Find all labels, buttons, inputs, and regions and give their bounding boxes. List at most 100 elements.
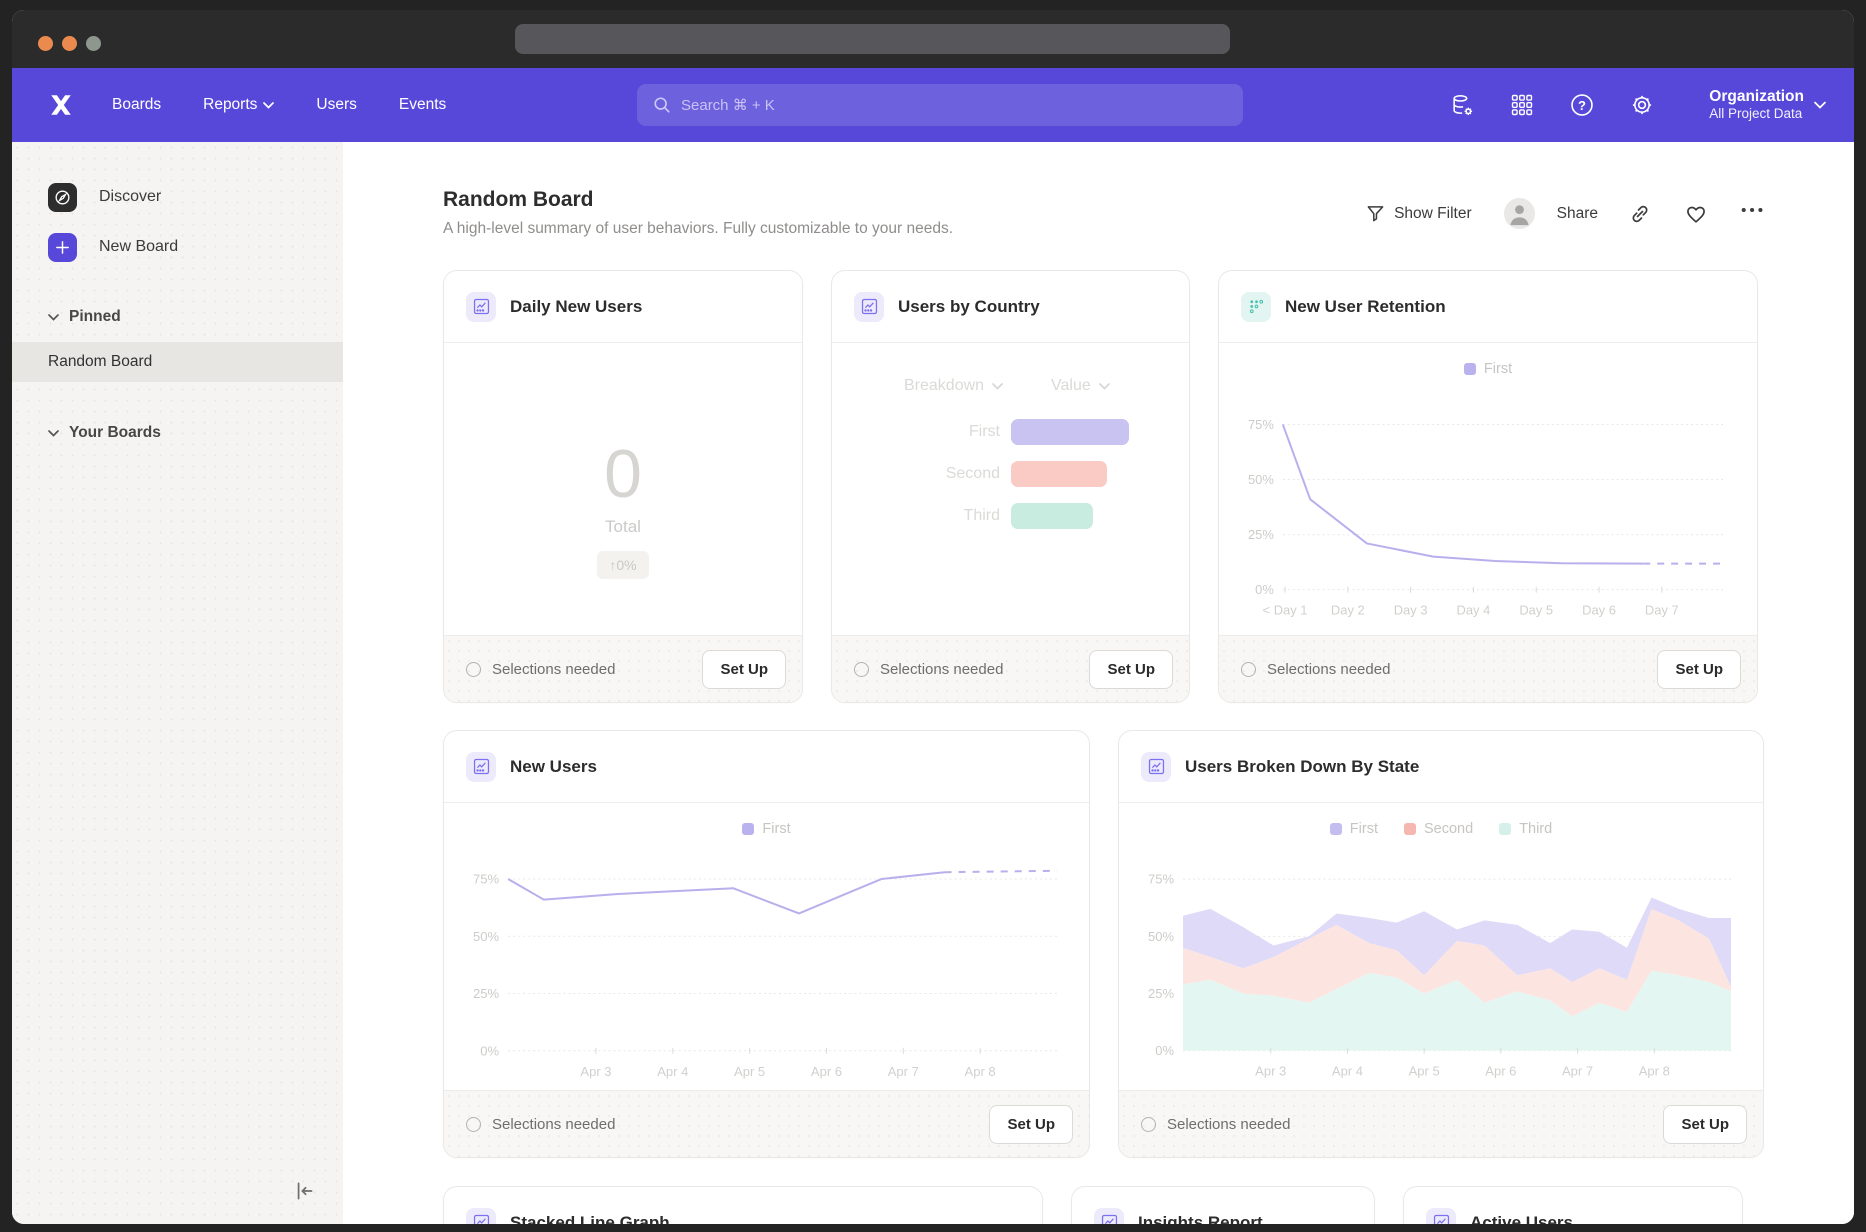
cards-row-1: Daily New Users 0 Total ↑0% Selections n… [443,270,1764,703]
breakdown-bar [1011,503,1093,529]
copy-link-icon[interactable] [1628,202,1652,226]
breakdown-label: First [832,423,1000,441]
chart-legend: First [462,821,1071,837]
settings-gear-icon[interactable] [1629,92,1655,118]
favorite-heart-icon[interactable] [1684,202,1708,226]
svg-text:0%: 0% [1255,582,1274,597]
set-up-button[interactable]: Set Up [702,650,786,689]
nav-item-events[interactable]: Events [399,96,446,114]
sidebar-item-random-board[interactable]: Random Board [12,342,343,382]
line-chart-icon [854,292,884,322]
chevron-down-icon [1099,383,1110,390]
cards-row-3: Stacked Line Graph Insights Report [443,1186,1764,1224]
apps-grid-icon[interactable] [1509,92,1535,118]
sidebar-section-your-boards[interactable]: Your Boards [12,424,343,442]
legend-item: Third [1499,821,1552,837]
legend-swatch [1330,823,1342,835]
line-chart-icon [1426,1208,1456,1225]
breakdown-rows: FirstSecondThird [832,419,1189,529]
window-titlebar [12,10,1854,68]
card-users-by-country: Users by Country Breakdown [831,270,1190,703]
svg-text:Apr 8: Apr 8 [965,1064,996,1079]
set-up-button[interactable]: Set Up [1663,1105,1747,1144]
state-stacked-chart: FirstSecondThird 75%50%25%0%Apr 3Apr 4Ap… [1119,803,1763,1090]
breakdown-label: Third [832,507,1000,525]
card-footer: Selections needed Set Up [1119,1090,1763,1157]
card-footer: Selections needed Set Up [444,1090,1089,1157]
search-input[interactable]: Search ⌘ + K [637,84,1243,126]
card-body: First 75%50%25%0%< Day 1Day 2Day 3Day 4D… [1219,343,1757,635]
stacked-area-chart: 75%50%25%0%Apr 3Apr 4Apr 5Apr 6Apr 7Apr … [1137,841,1745,1090]
sidebar-item-new-board[interactable]: New Board [12,232,343,262]
breakdown-columns: Breakdown Value [832,377,1189,395]
card-header: Active Users [1404,1187,1742,1224]
share-button[interactable]: Share [1557,205,1598,223]
window-zoom-button[interactable] [86,36,101,51]
metric-delta-badge: ↑0% [597,551,648,579]
value-dropdown[interactable]: Value [1051,377,1110,395]
nav-items: Boards Reports Users Events [112,96,446,114]
compass-icon [48,183,77,212]
svg-text:Apr 5: Apr 5 [1409,1064,1440,1079]
chevron-down-icon [48,314,59,321]
status-circle-icon [1241,662,1256,677]
card-title: Active Users [1470,1213,1573,1225]
collapse-sidebar-icon[interactable] [291,1178,317,1204]
set-up-button[interactable]: Set Up [1657,650,1741,689]
data-management-icon[interactable] [1449,92,1475,118]
column-label: Breakdown [904,377,984,395]
svg-text:Day 4: Day 4 [1457,603,1491,618]
svg-text:Apr 8: Apr 8 [1639,1064,1670,1079]
page-title: Random Board [443,188,953,212]
svg-text:Apr 3: Apr 3 [1255,1064,1286,1079]
breakdown-dropdown[interactable]: Breakdown [904,377,1003,395]
status-label: Selections needed [492,1116,615,1133]
card-header: Users by Country [832,271,1189,343]
nav-item-users[interactable]: Users [316,96,356,114]
nav-item-boards[interactable]: Boards [112,96,161,114]
card-body: FirstSecondThird 75%50%25%0%Apr 3Apr 4Ap… [1119,803,1763,1090]
svg-text:0%: 0% [480,1043,499,1058]
traffic-lights [38,36,101,51]
help-icon[interactable]: ? [1569,92,1595,118]
set-up-button[interactable]: Set Up [989,1105,1073,1144]
sidebar-section-pinned[interactable]: Pinned [12,308,343,326]
chevron-down-icon [992,383,1003,390]
svg-text:Apr 7: Apr 7 [1562,1064,1593,1079]
avatar[interactable] [1504,198,1535,229]
status-label: Selections needed [880,661,1003,678]
card-active-users: Active Users [1403,1186,1743,1224]
svg-text:25%: 25% [473,986,499,1001]
card-footer: Selections needed Set Up [832,635,1189,702]
browser-url-bar[interactable] [515,24,1230,54]
set-up-button[interactable]: Set Up [1089,650,1173,689]
card-title: Insights Report [1138,1213,1263,1225]
desktop-background: Boards Reports Users Events Search ⌘ + K [0,0,1866,1232]
card-new-user-retention: New User Retention First 75%50%25%0%< Da… [1218,270,1758,703]
sidebar-item-label: New Board [99,238,178,256]
mixpanel-logo-icon[interactable] [48,92,74,118]
more-options-icon[interactable] [1740,202,1764,226]
legend-item: First [1464,361,1512,377]
cards-row-2: New Users First 75%50%25%0%Apr 3Apr 4Apr… [443,730,1764,1158]
org-switcher[interactable]: Organization All Project Data [1709,87,1826,123]
section-label: Your Boards [69,424,161,442]
card-title: Users Broken Down By State [1185,757,1419,777]
card-title: New User Retention [1285,297,1446,317]
card-daily-new-users: Daily New Users 0 Total ↑0% Selections n… [443,270,803,703]
new-users-line-chart: 75%50%25%0%Apr 3Apr 4Apr 5Apr 6Apr 7Apr … [462,841,1071,1090]
legend-swatch [1499,823,1511,835]
svg-text:Apr 3: Apr 3 [580,1064,611,1079]
window-close-button[interactable] [38,36,53,51]
nav-item-reports[interactable]: Reports [203,96,274,114]
window-minimize-button[interactable] [62,36,77,51]
svg-text:< Day 1: < Day 1 [1263,603,1308,618]
show-filter-button[interactable]: Show Filter [1366,204,1472,223]
svg-text:Day 5: Day 5 [1519,603,1553,618]
new-users-chart: First 75%50%25%0%Apr 3Apr 4Apr 5Apr 6Apr… [444,803,1089,1090]
sidebar-item-discover[interactable]: Discover [12,182,343,212]
legend-item: Second [1404,821,1473,837]
line-chart-icon [466,752,496,782]
country-breakdown-table: Breakdown Value FirstSecondThird [832,343,1189,529]
card-title: New Users [510,757,597,777]
